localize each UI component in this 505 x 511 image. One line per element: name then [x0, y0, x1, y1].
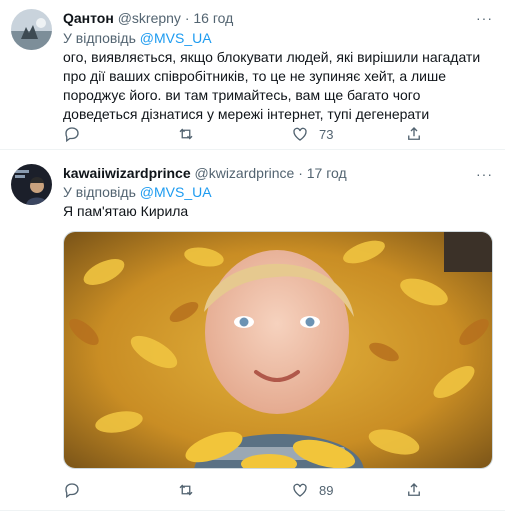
display-name[interactable]: kawaiiwizardprince: [63, 165, 191, 181]
retweet-icon: [179, 484, 193, 496]
reply-context: У відповідь @MVS_UA: [63, 29, 212, 47]
avatar[interactable]: [11, 9, 52, 50]
share-button[interactable]: [405, 481, 505, 499]
tweet-text: ого, виявляється, якщо блокувати людей, …: [63, 49, 481, 122]
tweet[interactable]: Qантон @skrepny · 16 год ··· У відповідь…: [0, 0, 505, 150]
like-button[interactable]: 73: [291, 125, 405, 143]
tweet[interactable]: kawaiiwizardprince @kwizardprince · 17 г…: [0, 150, 505, 511]
reply-icon: [65, 127, 79, 143]
timestamp[interactable]: 17 год: [307, 165, 347, 181]
more-icon[interactable]: ···: [476, 10, 493, 26]
reply-context: У відповідь @MVS_UA: [63, 183, 212, 201]
timestamp[interactable]: 16 год: [193, 10, 233, 26]
separator: ·: [298, 165, 303, 181]
handle[interactable]: @kwizardprince: [195, 165, 295, 181]
retweet-button[interactable]: [177, 125, 291, 143]
tweet-actions: 73: [63, 125, 505, 143]
reply-icon: [65, 483, 79, 499]
tweet-photo[interactable]: [63, 231, 493, 469]
reply-button[interactable]: [63, 481, 177, 499]
like-icon: [293, 483, 307, 497]
share-button[interactable]: [405, 125, 505, 143]
like-count: 73: [319, 126, 334, 142]
like-icon: [293, 127, 307, 141]
share-icon: [408, 127, 420, 140]
share-icon: [408, 483, 420, 496]
separator: ·: [184, 10, 190, 26]
tweet-header: kawaiiwizardprince @kwizardprince · 17 г…: [63, 164, 347, 182]
reply-prefix: У відповідь: [63, 30, 136, 46]
mention-link[interactable]: @MVS_UA: [140, 30, 212, 46]
tweet-text: Я пам'ятаю Кирила: [63, 203, 189, 219]
reply-button[interactable]: [63, 125, 177, 143]
avatar[interactable]: [11, 164, 52, 205]
retweet-icon: [179, 128, 193, 140]
display-name[interactable]: Qантон: [63, 10, 114, 26]
handle[interactable]: @skrepny: [118, 10, 181, 26]
mention-link[interactable]: @MVS_UA: [140, 184, 212, 200]
more-icon[interactable]: ···: [476, 166, 493, 182]
tweet-header: Qантон @skrepny · 16 год: [63, 9, 233, 27]
reply-prefix: У відповідь: [63, 184, 136, 200]
like-button[interactable]: 89: [291, 481, 405, 499]
retweet-button[interactable]: [177, 481, 291, 499]
like-count: 89: [319, 482, 334, 498]
tweet-actions: 89: [63, 481, 505, 499]
